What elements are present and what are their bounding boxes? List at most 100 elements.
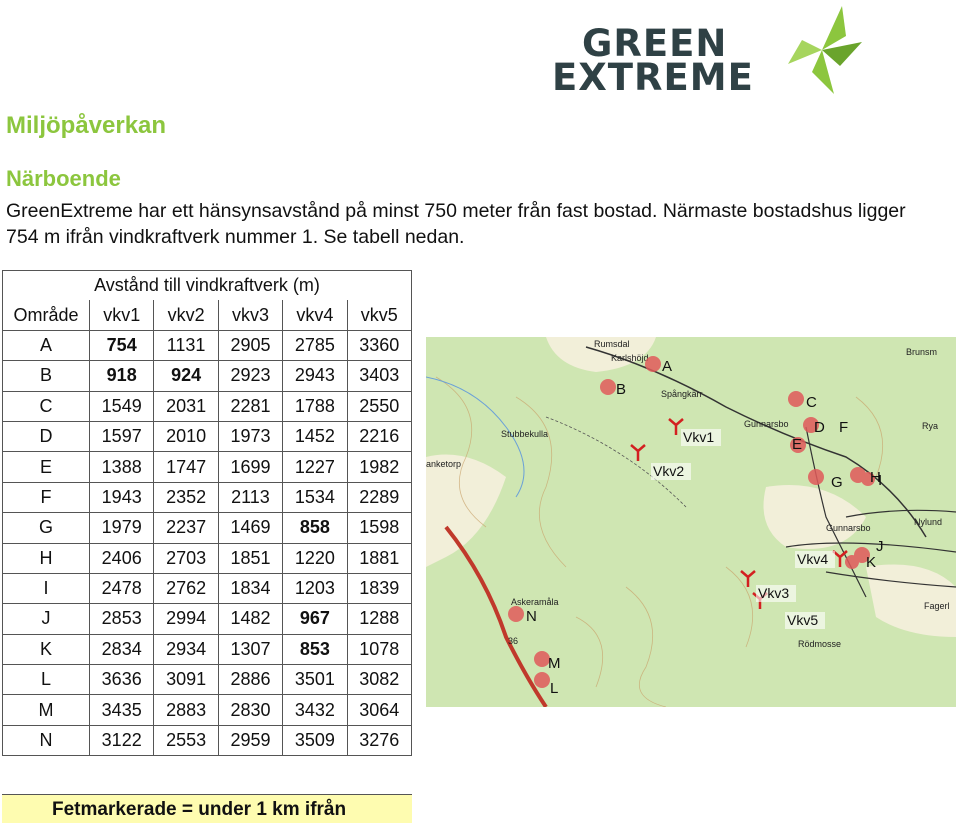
distance-cell: 2550 xyxy=(346,390,413,422)
area-label: C xyxy=(806,394,817,411)
distance-cell: 1288 xyxy=(346,603,413,635)
area-cell: L xyxy=(2,664,90,696)
distance-cell: 2959 xyxy=(217,724,284,757)
area-label: J xyxy=(876,538,884,555)
distance-cell: 3276 xyxy=(346,724,413,757)
area-cell: H xyxy=(2,542,90,574)
table-body: A 754 1131 2905 2785 3360 B 918 924 2923 2943 3403 C… xyxy=(2,329,413,757)
distance-cell: 1979 xyxy=(88,512,155,544)
place-name: Askeramåla xyxy=(511,597,559,607)
area-label: E xyxy=(792,436,802,453)
area-map: Rumsdal Karlshöjd Brunsm Spångkärr Stubb… xyxy=(426,337,956,707)
table-row: B 918 924 2923 2943 3403 xyxy=(2,360,413,392)
turbine-label: Vkv1 xyxy=(683,429,714,445)
distance-cell: 1881 xyxy=(346,542,413,574)
distance-cell: 2010 xyxy=(153,420,219,453)
area-label: I xyxy=(878,472,882,489)
distance-cell: 1982 xyxy=(346,451,413,483)
distance-cell: 3091 xyxy=(153,664,219,696)
table-row: D 1597 2010 1973 1452 2216 xyxy=(2,420,413,453)
distance-cell: 2478 xyxy=(88,572,155,605)
distance-cell: 3636 xyxy=(88,664,155,696)
distance-cell: 2853 xyxy=(88,603,155,635)
logo-line2: EXTREME xyxy=(552,56,754,99)
distance-cell: 2886 xyxy=(217,664,284,696)
distance-table: Avstånd till vindkraftverk (m) Område vk… xyxy=(2,270,413,757)
place-name: 36 xyxy=(508,636,518,646)
table-row: K 2834 2934 1307 853 1078 xyxy=(2,633,413,666)
area-cell: D xyxy=(2,420,90,453)
distance-cell: 1943 xyxy=(88,481,155,514)
distance-cell: 2994 xyxy=(153,603,219,635)
table-row: N 3122 2553 2959 3509 3276 xyxy=(2,724,413,757)
distance-cell: 1534 xyxy=(282,481,348,514)
place-name: Gunnarsbo xyxy=(744,419,789,429)
place-name: Rödmosse xyxy=(798,639,841,649)
legend-text: Fetmarkerade = under 1 km ifrån xyxy=(52,799,347,820)
area-label: G xyxy=(831,474,843,491)
table-row: H 2406 2703 1851 1220 1881 xyxy=(2,542,413,574)
distance-cell: 3432 xyxy=(282,694,348,726)
distance-cell: 754 xyxy=(88,329,155,362)
area-label: D xyxy=(814,419,825,436)
turbine-label: Vkv5 xyxy=(787,612,818,628)
table-title: Avstånd till vindkraftverk (m) xyxy=(2,270,412,301)
column-header: vkv1 xyxy=(88,300,155,331)
distance-cell: 2289 xyxy=(346,481,413,514)
area-cell: N xyxy=(2,724,90,757)
turbine-label: Vkv4 xyxy=(797,551,828,567)
distance-cell: 1699 xyxy=(217,451,284,483)
distance-cell: 2785 xyxy=(282,329,348,362)
distance-cell: 2113 xyxy=(217,481,284,514)
area-label: A xyxy=(662,358,672,375)
distance-cell: 967 xyxy=(282,603,348,635)
area-label: L xyxy=(550,680,558,697)
distance-cell: 2883 xyxy=(153,694,219,726)
place-name: Karlshöjd xyxy=(611,353,649,363)
column-header: vkv3 xyxy=(217,300,284,331)
distance-cell: 1482 xyxy=(217,603,284,635)
distance-cell: 2553 xyxy=(153,724,219,757)
distance-cell: 1452 xyxy=(282,420,348,453)
distance-cell: 2216 xyxy=(346,420,413,453)
distance-cell: 2923 xyxy=(217,360,284,392)
distance-cell: 3403 xyxy=(346,360,413,392)
column-header: vkv4 xyxy=(282,300,348,331)
distance-cell: 3082 xyxy=(346,664,413,696)
place-name: anketorp xyxy=(426,459,461,469)
pinwheel-icon xyxy=(788,6,862,94)
table-row: F 1943 2352 2113 1534 2289 xyxy=(2,481,413,514)
distance-cell: 1078 xyxy=(346,633,413,666)
distance-cell: 1834 xyxy=(217,572,284,605)
distance-cell: 3509 xyxy=(282,724,348,757)
place-name: Spångkärr xyxy=(661,389,703,399)
distance-cell: 2237 xyxy=(153,512,219,544)
distance-cell: 924 xyxy=(153,360,219,392)
area-cell: G xyxy=(2,512,90,544)
area-label: N xyxy=(526,608,537,625)
place-name: Nylund xyxy=(914,517,942,527)
distance-cell: 1788 xyxy=(282,390,348,422)
distance-cell: 2834 xyxy=(88,633,155,666)
section-heading: Närboende xyxy=(6,166,121,191)
distance-cell: 1851 xyxy=(217,542,284,574)
distance-cell: 3122 xyxy=(88,724,155,757)
area-cell: A xyxy=(2,329,90,362)
distance-cell: 858 xyxy=(282,512,348,544)
distance-cell: 1549 xyxy=(88,390,155,422)
distance-cell: 1220 xyxy=(282,542,348,574)
distance-cell: 2031 xyxy=(153,390,219,422)
table-row: M 3435 2883 2830 3432 3064 xyxy=(2,694,413,726)
distance-cell: 3360 xyxy=(346,329,413,362)
distance-cell: 2943 xyxy=(282,360,348,392)
distance-cell: 2406 xyxy=(88,542,155,574)
distance-cell: 2905 xyxy=(217,329,284,362)
green-extreme-logo: GREEN EXTREME xyxy=(552,6,862,99)
intro-paragraph: GreenExtreme har ett hänsynsavstånd på m… xyxy=(6,200,906,248)
page-heading: Miljöpåverkan xyxy=(6,112,167,139)
place-name: Fagerl xyxy=(924,601,950,611)
column-header: Område xyxy=(2,300,90,331)
legend-note: Fetmarkerade = under 1 km ifrån xyxy=(2,794,412,823)
distance-cell: 2703 xyxy=(153,542,219,574)
column-header: vkv2 xyxy=(153,300,219,331)
